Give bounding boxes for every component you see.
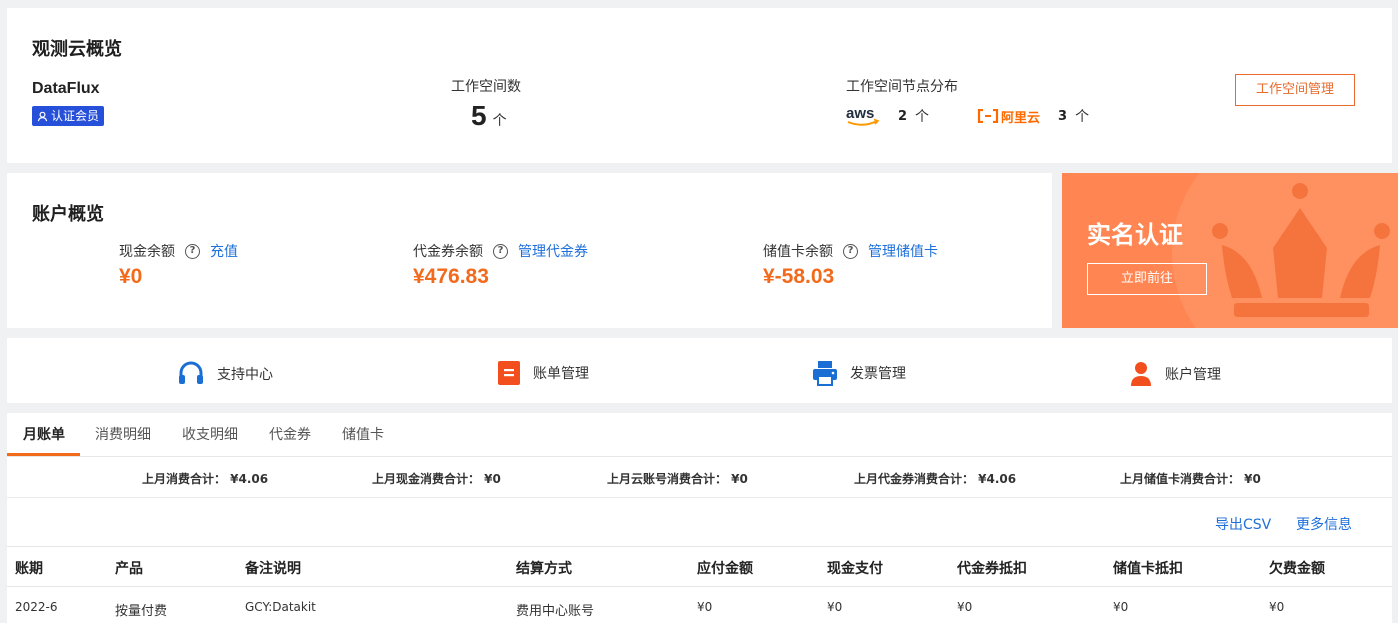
cell-product: 按量付费 [115, 604, 168, 619]
aliyun-unit: 个 [1075, 109, 1090, 125]
export-csv-link[interactable]: 导出CSV [1215, 514, 1271, 534]
user-icon [1131, 362, 1151, 386]
nav-invoice-management[interactable]: 发票管理 [812, 360, 906, 386]
provider-aws: aws 2 个 [846, 104, 929, 128]
nav-bill-management[interactable]: 账单管理 [497, 360, 589, 386]
verify-go-button[interactable]: 立即前往 [1087, 263, 1207, 295]
workspace-count: 5 个 [471, 100, 507, 132]
aws-count: 2 [898, 108, 908, 124]
verify-banner: 实名认证 立即前往 [1062, 173, 1398, 328]
cell-arrears: ¥0 [1269, 600, 1285, 614]
col-product: 产品 [115, 561, 143, 577]
svg-text:aws: aws [846, 105, 874, 122]
quick-nav: 支持中心 账单管理 发票管理 账户管理 [7, 338, 1392, 403]
tab-voucher[interactable]: 代金券 [269, 424, 311, 444]
col-arrears: 欠费金额 [1269, 561, 1325, 577]
crown-icon [1172, 173, 1398, 328]
table-header: 账期 产品 备注说明 结算方式 应付金额 现金支付 代金券抵扣 储值卡抵扣 欠费… [7, 547, 1392, 587]
divider [7, 497, 1392, 498]
workspace-count-label: 工作空间数 [451, 79, 521, 95]
workspace-count-value: 5 [471, 100, 487, 131]
voucher-balance-value: ¥476.83 [413, 265, 489, 288]
help-icon[interactable]: ? [843, 243, 858, 259]
aws-logo-icon: aws [846, 104, 880, 128]
org-name: DataFlux [32, 80, 100, 97]
cash-balance-label: 现金余额 [119, 244, 175, 260]
tab-consumption-detail[interactable]: 消费明细 [95, 424, 151, 444]
manage-voucher-link[interactable]: 管理代金券 [518, 241, 588, 261]
aliyun-logo-icon: 阿里云 [977, 107, 1040, 126]
cell-remark: GCY:Datakit [245, 600, 316, 614]
bill-icon [498, 361, 520, 385]
billing-tabs: 月账单 消费明细 收支明细 代金券 储值卡 [7, 413, 1392, 457]
tab-monthly-bill[interactable]: 月账单 [23, 424, 65, 444]
provider-aliyun: 阿里云 3 个 [977, 106, 1089, 126]
col-period: 账期 [15, 561, 43, 577]
col-stored-deduct: 储值卡抵扣 [1113, 561, 1183, 577]
nav-support-center[interactable]: 支持中心 [177, 360, 273, 388]
account-panel: 账户概览 现金余额 ? 充值 ¥0 代金券余额 ? 管理代金券 ¥476.83 … [7, 173, 1052, 328]
cell-settlement: 费用中心账号 [516, 604, 595, 619]
headset-icon [179, 361, 203, 384]
workspace-manage-button[interactable]: 工作空间管理 [1235, 74, 1355, 106]
stored-card-label: 储值卡余额 [763, 244, 833, 260]
overview-panel: 观测云概览 DataFlux 认证会员 工作空间数 5 个 工作空间节点分布 a… [7, 8, 1392, 163]
account-title: 账户概览 [32, 204, 104, 225]
col-payable: 应付金额 [697, 561, 753, 577]
nav-account-label: 账户管理 [1165, 367, 1221, 383]
col-settlement: 结算方式 [516, 561, 572, 577]
active-tab-indicator [7, 453, 80, 456]
summary-cloud-account: 上月云账号消费合计： ¥0 [607, 472, 748, 486]
summary-total: 上月消费合计： ¥4.06 [142, 472, 269, 486]
summary-voucher: 上月代金券消费合计： ¥4.06 [854, 472, 1017, 486]
nav-bill-label: 账单管理 [533, 366, 589, 382]
nav-support-label: 支持中心 [217, 367, 273, 383]
member-badge: 认证会员 [32, 106, 105, 126]
distribution-label: 工作空间节点分布 [846, 79, 958, 95]
tab-stored-card[interactable]: 储值卡 [342, 424, 384, 444]
nav-account-management[interactable]: 账户管理 [1129, 360, 1221, 388]
member-badge-label: 认证会员 [51, 109, 100, 123]
aliyun-count: 3 [1058, 108, 1068, 124]
voucher-balance-label: 代金券余额 [413, 244, 483, 260]
cell-cash-paid: ¥0 [827, 600, 843, 614]
tab-income-expense[interactable]: 收支明细 [182, 424, 238, 444]
cell-voucher-deduct: ¥0 [957, 600, 973, 614]
cell-stored-deduct: ¥0 [1113, 600, 1129, 614]
manage-stored-card-link[interactable]: 管理储值卡 [868, 241, 938, 261]
col-remark: 备注说明 [245, 561, 301, 577]
help-icon[interactable]: ? [493, 243, 508, 259]
printer-icon [813, 361, 837, 386]
col-cash-paid: 现金支付 [827, 561, 883, 577]
cash-balance-row: 现金余额 ? 充值 [119, 241, 238, 261]
workspace-count-unit: 个 [492, 113, 507, 129]
more-info-link[interactable]: 更多信息 [1296, 514, 1352, 534]
cell-period: 2022-6 [15, 600, 58, 614]
billing-panel: 月账单 消费明细 收支明细 代金券 储值卡 上月消费合计： ¥4.06 上月现金… [7, 413, 1392, 623]
summary-cash: 上月现金消费合计： ¥0 [372, 472, 501, 486]
voucher-balance-row: 代金券余额 ? 管理代金券 [413, 241, 588, 261]
cell-payable: ¥0 [697, 600, 713, 614]
col-voucher-deduct: 代金券抵扣 [957, 561, 1027, 577]
nav-invoice-label: 发票管理 [850, 366, 906, 382]
help-icon[interactable]: ? [185, 243, 200, 259]
badge-user-icon [37, 111, 48, 121]
verify-title: 实名认证 [1087, 221, 1183, 249]
recharge-link[interactable]: 充值 [210, 241, 238, 261]
summary-stored-card: 上月储值卡消费合计： ¥0 [1120, 472, 1261, 486]
stored-card-row: 储值卡余额 ? 管理储值卡 [763, 241, 938, 261]
cash-balance-value: ¥0 [119, 265, 143, 288]
table-row: 2022-6 按量付费 GCY:Datakit 费用中心账号 ¥0 ¥0 ¥0 … [7, 588, 1392, 623]
overview-title: 观测云概览 [32, 39, 122, 60]
stored-card-value: ¥-58.03 [763, 265, 835, 288]
aws-unit: 个 [915, 109, 930, 125]
